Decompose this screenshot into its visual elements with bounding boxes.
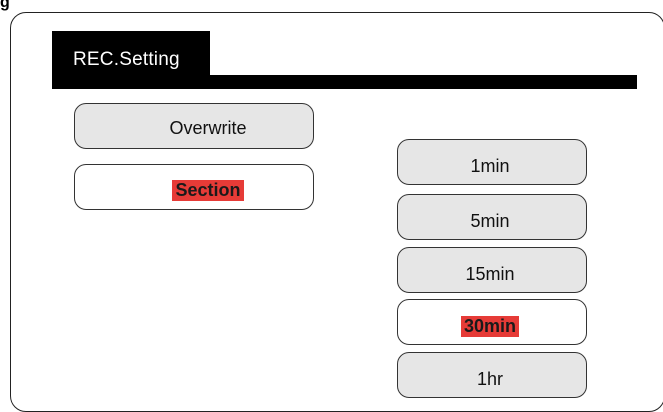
- duration-15min-button[interactable]: 15min: [397, 247, 587, 293]
- duration-1hr-button[interactable]: 1hr: [397, 352, 587, 398]
- section-mode-button[interactable]: Section: [74, 164, 314, 210]
- duration-5min-button[interactable]: 5min: [397, 194, 587, 240]
- page-title: REC.Setting: [73, 49, 180, 70]
- duration-1hr-label: 1hr: [476, 368, 503, 389]
- duration-30min-label: 30min: [460, 315, 520, 337]
- duration-30min-button[interactable]: 30min: [397, 299, 587, 345]
- overwrite-mode-button[interactable]: Overwrite: [74, 103, 314, 149]
- title-bar: [52, 75, 637, 89]
- duration-1min-label: 1min: [470, 155, 510, 176]
- duration-5min-label: 5min: [470, 210, 510, 231]
- duration-1min-button[interactable]: 1min: [397, 139, 587, 185]
- overwrite-mode-label: Overwrite: [169, 117, 247, 138]
- duration-15min-label: 15min: [465, 263, 515, 284]
- section-mode-label: Section: [172, 179, 244, 201]
- figure-label: g: [0, 0, 10, 11]
